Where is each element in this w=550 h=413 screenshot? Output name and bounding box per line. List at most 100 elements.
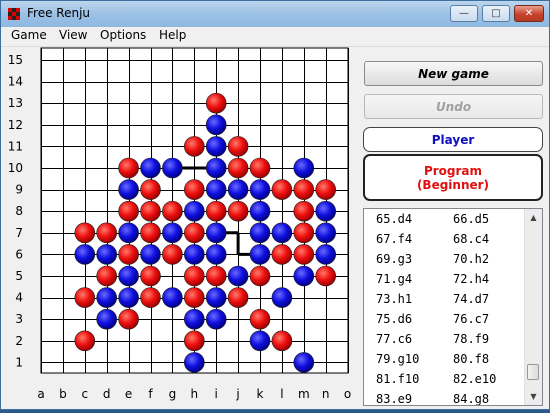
column-label: f xyxy=(148,387,153,401)
move-entry: 69.g3 xyxy=(376,252,413,266)
stone-blue xyxy=(293,265,315,287)
move-row: 79.g10 80.f8 xyxy=(364,349,526,369)
stone-red xyxy=(140,179,161,200)
stone-blue xyxy=(184,308,205,330)
row-label: 4 xyxy=(15,291,23,305)
move-entry: 82.e10 xyxy=(453,372,497,386)
program-box[interactable]: Program (Beginner) xyxy=(363,154,543,201)
stone-blue xyxy=(249,222,271,244)
move-entry: 70.h2 xyxy=(453,252,490,266)
player-box[interactable]: Player xyxy=(363,127,543,152)
column-label: m xyxy=(298,387,310,401)
stone-red xyxy=(118,244,139,265)
program-level: (Beginner) xyxy=(416,177,490,192)
move-row: 69.g3 70.h2 xyxy=(364,249,526,269)
column-label: o xyxy=(344,387,351,401)
game-board[interactable]: 15 14 13 12 11 10 9 8 7 6 5 4 3 2 1 a b c d e f g h i j k l m n o xyxy=(1,47,357,409)
move-entry: 68.c4 xyxy=(453,232,490,246)
menu-game[interactable]: Game xyxy=(11,28,47,42)
stone-red xyxy=(96,222,117,244)
stone-blue xyxy=(249,330,271,352)
stone-red xyxy=(249,157,271,179)
stone-red xyxy=(315,179,337,200)
move-list[interactable]: 65.d4 66.d5 67.f4 68.c4 69.g3 70.h2 71.g4 72… xyxy=(363,208,543,406)
menu-view[interactable]: View xyxy=(59,28,87,42)
stone-red xyxy=(140,200,161,222)
stone-red xyxy=(227,157,249,179)
stone-red xyxy=(74,222,96,244)
stone-blue xyxy=(162,157,183,179)
stone-red xyxy=(227,200,249,222)
stone-blue xyxy=(140,157,161,179)
stone-blue xyxy=(184,352,205,373)
stone-red xyxy=(140,222,161,244)
column-label: k xyxy=(257,387,264,401)
scroll-down-icon[interactable]: ▼ xyxy=(525,388,542,405)
stone-red xyxy=(205,200,227,222)
program-label: Program xyxy=(423,163,483,178)
stone-blue xyxy=(118,179,139,200)
stone-blue xyxy=(96,308,117,330)
row-label: 3 xyxy=(15,312,23,326)
scroll-up-icon[interactable]: ▲ xyxy=(525,209,542,226)
move-entry: 84.g8 xyxy=(453,392,490,406)
stone-blue xyxy=(227,265,249,287)
undo-label: Undo xyxy=(435,99,472,114)
move-entry: 83.e9 xyxy=(376,392,413,406)
move-list-scrollbar[interactable]: ▲ ▼ xyxy=(524,209,542,405)
move-row: 77.c6 78.f9 xyxy=(364,329,526,349)
move-row: 83.e9 84.g8 xyxy=(364,389,526,406)
stone-blue xyxy=(140,244,161,265)
stone-blue xyxy=(205,114,227,136)
maximize-icon: □ xyxy=(491,8,501,19)
stone-blue xyxy=(184,244,205,265)
minimize-icon: — xyxy=(459,8,469,19)
row-label: 12 xyxy=(8,118,23,132)
stone-red xyxy=(205,265,227,287)
move-row: 65.d4 66.d5 xyxy=(364,209,526,229)
title-bar[interactable]: Free Renju — □ ✕ xyxy=(1,1,549,27)
stone-blue xyxy=(271,287,293,308)
stone-blue xyxy=(293,352,315,373)
stone-red xyxy=(293,222,315,244)
stone-blue xyxy=(249,200,271,222)
new-game-button[interactable]: New game xyxy=(364,61,543,86)
menu-help[interactable]: Help xyxy=(159,28,186,42)
scroll-thumb[interactable] xyxy=(527,364,539,380)
stone-blue xyxy=(249,179,271,200)
row-label: 15 xyxy=(8,53,23,67)
stone-blue xyxy=(315,200,337,222)
maximize-button[interactable]: □ xyxy=(482,5,510,22)
close-button[interactable]: ✕ xyxy=(514,5,544,22)
player-label: Player xyxy=(431,132,475,147)
stone-red xyxy=(271,244,293,265)
column-label: h xyxy=(190,387,198,401)
stone-blue xyxy=(205,157,227,179)
move-entry: 75.d6 xyxy=(376,312,413,326)
stone-red xyxy=(74,330,96,352)
column-label: a xyxy=(37,387,44,401)
column-label: j xyxy=(235,387,239,401)
move-entry: 76.c7 xyxy=(453,312,490,326)
stone-red xyxy=(271,330,293,352)
menu-options[interactable]: Options xyxy=(100,28,146,42)
stone-red xyxy=(227,287,249,308)
stone-blue xyxy=(205,136,227,157)
stone-red xyxy=(74,287,96,308)
stone-blue xyxy=(74,244,96,265)
minimize-button[interactable]: — xyxy=(450,5,478,22)
stone-blue xyxy=(96,287,117,308)
stone-red xyxy=(184,179,205,200)
stone-blue xyxy=(293,157,315,179)
column-label: b xyxy=(59,387,67,401)
row-label: 14 xyxy=(8,75,23,89)
stone-blue xyxy=(184,200,205,222)
stone-red xyxy=(249,265,271,287)
move-entry: 65.d4 xyxy=(376,212,413,226)
stone-red xyxy=(184,136,205,157)
stone-blue xyxy=(118,287,139,308)
undo-button: Undo xyxy=(364,94,543,119)
column-label: e xyxy=(125,387,132,401)
stone-blue xyxy=(205,222,227,244)
row-label: 2 xyxy=(15,334,23,348)
